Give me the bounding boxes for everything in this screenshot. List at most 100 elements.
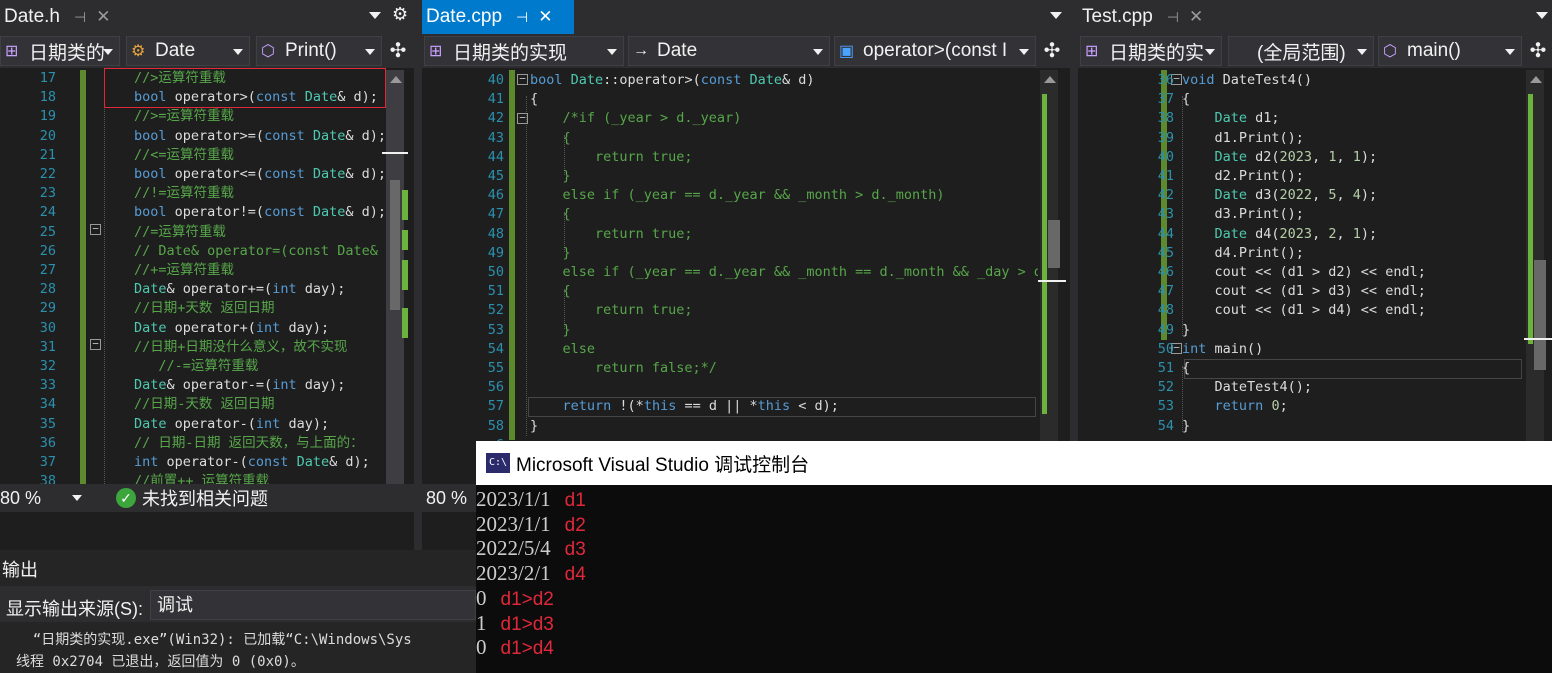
scroll-up-arrow-icon[interactable] [390,76,402,83]
pin-icon[interactable]: ⊣ [516,9,528,26]
code-editor[interactable]: − − 40 bool Date::operator>(const Date& d… [422,70,1070,512]
scroll-up-arrow-icon[interactable] [1044,76,1056,83]
code-line[interactable]: Date operator+(int day); [134,319,329,338]
code-line[interactable]: //!=运算符重载 [134,184,234,203]
code-line[interactable]: Date& operator-=(int day); [134,376,345,395]
code-line[interactable]: //=运算符重载 [134,223,226,242]
close-icon[interactable]: ✕ [538,7,552,27]
tab-test-cpp[interactable]: Test.cpp ⊣ ✕ [1078,0,1218,34]
code-line[interactable]: bool operator<=(const Date& d); [134,165,386,184]
split-window-icon[interactable]: ✣ [1526,38,1550,64]
issues-status[interactable]: 未找到相关问题 [142,485,268,511]
project-dropdown[interactable]: ⊞ 日期类的 [0,36,120,66]
tab-date-h[interactable]: Date.h ⊣ ✕ [0,0,120,34]
pin-icon[interactable]: ⊣ [74,9,86,26]
code-line[interactable]: else [530,340,596,359]
code-line[interactable]: //日期+天数 返回日期 [134,299,275,318]
tab-list-dropdown-icon[interactable] [369,12,381,19]
code-line[interactable]: bool operator>=(const Date& d); [134,127,386,146]
code-line[interactable]: cout << (d1 > d3) << endl; [1182,282,1426,301]
class-dropdown[interactable]: ⚙ Date [126,36,250,66]
code-line[interactable]: Date d3(2022, 5, 4); [1182,186,1378,205]
member-dropdown[interactable]: ▣ operator>(const I [834,36,1036,66]
code-line[interactable]: return 0; [1182,397,1288,416]
vertical-scrollbar[interactable] [382,70,408,512]
code-line[interactable]: void DateTest4() [1182,71,1312,90]
debug-console-window[interactable]: C:\ Microsoft Visual Studio 调试控制台 2023/1… [476,441,1552,673]
project-dropdown[interactable]: ⊞ 日期类的实现 [424,36,624,66]
code-line[interactable]: d1.Print(); [1182,129,1304,148]
code-line[interactable]: } [530,321,571,340]
tab-date-cpp[interactable]: Date.cpp ⊣ ✕ [422,0,574,34]
code-line[interactable]: else if (_year == d._year && _month == d… [530,263,1039,282]
code-line[interactable]: return !(*this == d || *this < d); [530,397,839,416]
split-window-icon[interactable]: ✣ [1040,38,1064,64]
code-line[interactable]: } [530,417,538,436]
code-line[interactable]: } [1182,321,1190,340]
code-line[interactable]: //>=运算符重载 [134,107,234,126]
close-icon[interactable]: ✕ [96,7,110,27]
code-line[interactable]: { [530,129,571,148]
code-line[interactable]: } [1182,417,1190,436]
scrollbar-thumb[interactable] [390,180,400,310]
code-line[interactable]: else if (_year == d._year && _month > d.… [530,186,945,205]
code-line[interactable]: //-=运算符重载 [134,357,258,376]
code-line[interactable]: return true; [530,225,693,244]
pin-icon[interactable]: ⊣ [1167,9,1179,26]
fold-icon[interactable]: − [90,338,101,350]
code-line[interactable]: { [1182,90,1190,109]
code-editor[interactable]: − − 36 void DateTest4() 37{38 Date d1; 39 d… [1078,70,1552,441]
code-line[interactable]: return true; [530,148,693,167]
fold-icon[interactable]: − [90,223,101,235]
code-line[interactable]: } [530,244,571,263]
zoom-level[interactable]: 80 % [426,488,467,509]
project-dropdown[interactable]: ⊞ 日期类的实 [1080,36,1222,66]
member-dropdown[interactable]: ⬡ main() [1378,36,1522,66]
tab-list-dropdown-icon[interactable] [1536,12,1548,19]
tab-list-dropdown-icon[interactable] [1050,12,1062,19]
fold-icon[interactable]: − [517,112,528,124]
scope-dropdown[interactable]: (全局范围) [1228,36,1374,66]
code-line[interactable]: cout << (d1 > d4) << endl; [1182,301,1426,320]
code-line[interactable]: Date operator-(int day); [134,415,329,434]
close-icon[interactable]: ✕ [1189,7,1203,27]
code-line[interactable]: Date& operator+=(int day); [134,280,345,299]
output-source-select[interactable]: 调试 [150,590,476,620]
scroll-up-arrow-icon[interactable] [1530,76,1542,83]
code-line[interactable]: // Date& operator=(const Date& d [134,242,386,261]
code-line[interactable]: { [1182,359,1190,378]
code-line[interactable]: d2.Print(); [1182,167,1304,186]
pane-divider[interactable] [414,0,422,550]
code-line[interactable]: /*if (_year > d._year) [530,109,742,128]
split-window-icon[interactable]: ✣ [386,38,410,64]
code-line[interactable]: { [530,90,538,109]
code-line[interactable]: //+=运算符重载 [134,261,234,280]
code-line[interactable]: } [530,167,571,186]
code-line[interactable]: d3.Print(); [1182,205,1304,224]
vertical-scrollbar[interactable] [1524,70,1552,441]
code-line[interactable]: //<=运算符重载 [134,146,234,165]
code-line[interactable]: Date d2(2023, 1, 1); [1182,148,1378,167]
fold-icon[interactable]: − [517,73,528,85]
code-line[interactable]: //日期+日期没什么意义，故不实现 [134,338,347,357]
code-line[interactable]: { [530,282,571,301]
code-line[interactable]: DateTest4(); [1182,378,1313,397]
code-line[interactable]: d4.Print(); [1182,244,1304,263]
code-line[interactable]: bool operator!=(const Date& d); [134,203,386,222]
code-line[interactable]: Date d4(2023, 2, 1); [1182,225,1378,244]
code-line[interactable]: return true; [530,301,693,320]
code-line[interactable]: int main() [1182,340,1263,359]
zoom-level[interactable]: 80 % [0,488,60,509]
gear-icon[interactable]: ⚙ [392,4,408,25]
code-line[interactable]: // 日期-日期 返回天数，与上面的： [134,434,364,453]
scrollbar-thumb[interactable] [1534,260,1546,370]
scrollbar-thumb[interactable] [1048,220,1060,268]
code-line[interactable]: { [530,205,571,224]
code-line[interactable]: return false;*/ [530,359,717,378]
member-dropdown[interactable]: ⬡ Print() [256,36,382,66]
class-dropdown[interactable]: → Date [628,36,830,66]
code-line[interactable]: //日期-天数 返回日期 [134,395,275,414]
code-line[interactable]: int operator-(const Date& d); [134,453,370,472]
code-line[interactable]: Date d1; [1182,109,1280,128]
console-title-bar[interactable]: C:\ Microsoft Visual Studio 调试控制台 [476,441,1552,485]
